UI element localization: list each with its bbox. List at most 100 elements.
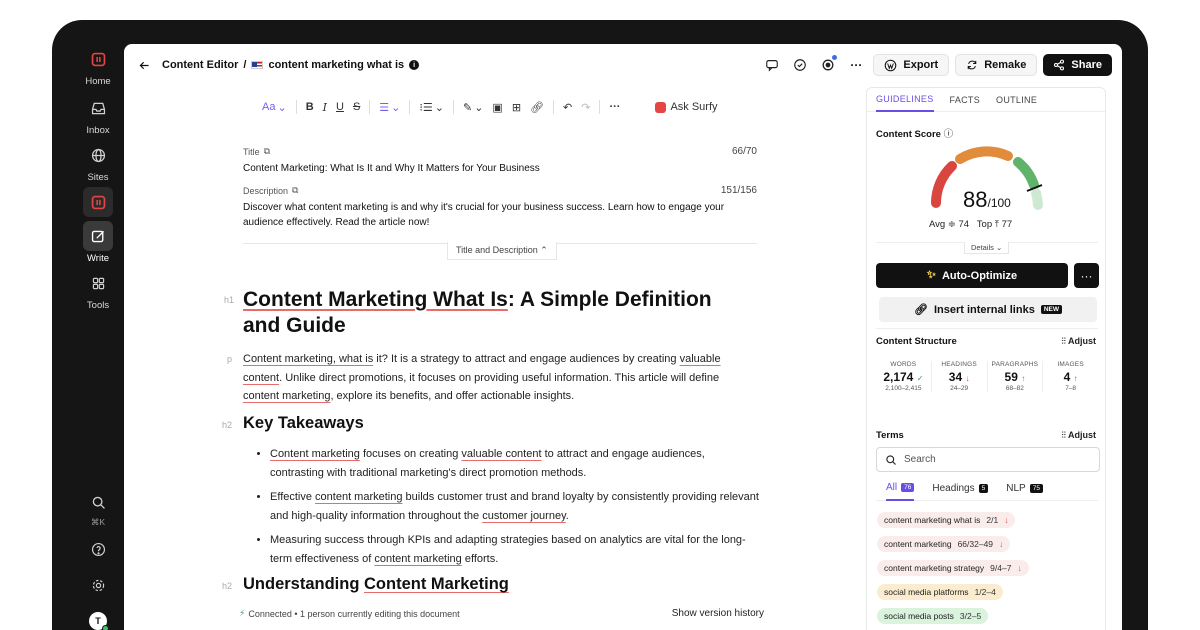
- list-item[interactable]: Effective content marketing builds custo…: [270, 488, 760, 525]
- toolbar-divider: [599, 100, 601, 114]
- tab-facts[interactable]: FACTS: [950, 95, 981, 105]
- adjust-label: Adjust: [1068, 430, 1096, 440]
- highlight-dropdown[interactable]: ✎ ⌄: [463, 101, 483, 114]
- image-icon[interactable]: ▣: [492, 101, 502, 114]
- list-text: Measuring success through KPIs and adapt…: [270, 534, 746, 565]
- score-value: 88/100: [963, 187, 1011, 213]
- redo-icon[interactable]: ↷: [581, 101, 590, 114]
- top-bar: Content Editor / content marketing what …: [124, 44, 1122, 86]
- description-text[interactable]: Discover what content marketing is and w…: [243, 200, 757, 230]
- main-panel: Content Editor / content marketing what …: [124, 44, 1122, 630]
- rail-item-write[interactable]: Write: [70, 221, 126, 264]
- term-highlight: Content Marketing: [364, 575, 509, 593]
- term-chip[interactable]: social media platforms 1/2–4: [877, 584, 1003, 600]
- score-number: 88: [963, 187, 988, 212]
- undo-icon[interactable]: ↶: [563, 101, 572, 114]
- sliders-icon: ⫶⫶: [1061, 430, 1066, 440]
- export-button[interactable]: Export: [873, 54, 950, 76]
- copy-icon[interactable]: ⧉: [292, 185, 298, 196]
- list-text: .: [565, 509, 569, 522]
- chevron-down-icon: ⌄: [277, 101, 287, 114]
- info-icon[interactable]: ⓘ: [944, 129, 954, 140]
- italic-icon[interactable]: I: [323, 101, 327, 114]
- rail-item-brand[interactable]: [70, 187, 126, 217]
- terms-adjust-button[interactable]: ⫶⫶ Adjust: [1061, 430, 1096, 441]
- meta-title[interactable]: Title ⧉ 66/70 Content Marketing: What Is…: [243, 146, 757, 176]
- copy-icon[interactable]: ⧉: [264, 146, 270, 157]
- font-style-dropdown[interactable]: Aa ⌄: [262, 101, 287, 114]
- details-toggle[interactable]: Details ⌄: [964, 242, 1010, 254]
- gauge-arc-green: [1013, 157, 1039, 190]
- heading-understanding[interactable]: Understanding Content Marketing: [243, 575, 509, 594]
- auto-more-button[interactable]: ···: [1074, 263, 1099, 288]
- link-icon[interactable]: 🔗︎: [530, 101, 544, 114]
- search-icon[interactable]: [83, 487, 113, 517]
- list-item[interactable]: Measuring success through KPIs and adapt…: [270, 531, 760, 568]
- check-circle-icon[interactable]: [789, 54, 811, 76]
- remake-button[interactable]: Remake: [955, 54, 1038, 76]
- term-chip[interactable]: content marketing strategy 9/4–7 ↓: [877, 560, 1029, 576]
- term-chip[interactable]: social media posts 3/2–5: [877, 608, 989, 624]
- insert-links-button[interactable]: 🔗︎ Insert internal links NEW: [879, 297, 1097, 322]
- terms-search-input[interactable]: Search: [876, 447, 1100, 472]
- tab-guidelines[interactable]: GUIDELINES: [876, 88, 934, 112]
- stat-words: WORDS 2,174 ✓ 2,100–2,415: [876, 361, 932, 392]
- strikethrough-icon[interactable]: S: [353, 101, 360, 113]
- heading-key-takeaways[interactable]: Key Takeaways: [243, 414, 364, 433]
- tab-count: 5: [978, 484, 989, 493]
- structure-adjust-button[interactable]: ⫶⫶ Adjust: [1061, 336, 1096, 347]
- breadcrumb-root[interactable]: Content Editor: [162, 59, 238, 71]
- rail-item-tools[interactable]: Tools: [70, 268, 126, 311]
- search-placeholder: Search: [904, 454, 936, 465]
- bold-icon[interactable]: B: [306, 101, 314, 113]
- list-dropdown[interactable]: ⁝☰ ⌄: [419, 101, 444, 114]
- table-icon[interactable]: ⊞: [512, 101, 521, 114]
- info-icon[interactable]: i: [409, 60, 420, 70]
- share-button[interactable]: Share: [1043, 54, 1112, 76]
- rail-item-sites[interactable]: Sites: [70, 140, 126, 183]
- term-tab-all[interactable]: All 76: [886, 477, 915, 501]
- tab-label: All: [886, 482, 898, 493]
- font-label: Aa: [262, 101, 276, 113]
- article-heading-h1[interactable]: Content Marketing What Is: A Simple Defi…: [243, 287, 763, 339]
- avatar[interactable]: T: [89, 612, 109, 630]
- meta-description[interactable]: Description ⧉ 151/156 Discover what cont…: [243, 185, 757, 230]
- intro-paragraph[interactable]: Content marketing, what is it? It is a s…: [243, 350, 743, 406]
- list-item[interactable]: Content marketing focuses on creating va…: [270, 445, 760, 482]
- comment-icon[interactable]: [761, 54, 783, 76]
- term-chip[interactable]: content marketing 66/32–49 ↓: [877, 536, 1011, 552]
- rail-item-inbox[interactable]: Inbox: [70, 93, 126, 136]
- back-button[interactable]: [134, 55, 154, 75]
- help-icon[interactable]: [83, 534, 113, 564]
- version-history-button[interactable]: Show version history: [672, 608, 764, 619]
- wordpress-icon: [885, 59, 897, 71]
- toolbar-divider: [369, 100, 371, 114]
- more-format-icon[interactable]: ···: [609, 101, 620, 113]
- integrations-icon[interactable]: [817, 54, 839, 76]
- term-highlight: customer journey: [482, 509, 566, 522]
- stat-label: IMAGES: [1057, 361, 1084, 368]
- term-tab-headings[interactable]: Headings 5: [932, 477, 989, 501]
- h1-line2: and Guide: [243, 314, 346, 337]
- more-options-icon[interactable]: ···: [845, 54, 867, 76]
- term-chip[interactable]: content marketing what is 2/1 ↓: [877, 512, 1016, 528]
- title-text[interactable]: Content Marketing: What Is It and Why It…: [243, 161, 757, 176]
- ask-surfy-button[interactable]: Ask Surfy: [655, 101, 718, 113]
- title-description-toggle[interactable]: Title and Description ⌃: [447, 242, 557, 260]
- chevron-down-icon: ⌄: [391, 101, 401, 114]
- guidelines-panel: GUIDELINES FACTS OUTLINE Content Score ⓘ…: [866, 87, 1106, 630]
- tab-outline[interactable]: OUTLINE: [996, 95, 1037, 105]
- auto-optimize-button[interactable]: ✨︎ Auto-Optimize: [876, 263, 1068, 288]
- term-tab-nlp[interactable]: NLP 75: [1006, 477, 1043, 501]
- align-dropdown[interactable]: ☰ ⌄: [379, 101, 400, 114]
- status-bar: ⚡︎ Connected • 1 person currently editin…: [239, 608, 764, 619]
- settings-icon[interactable]: [83, 570, 113, 600]
- term-count: 2/1: [986, 515, 999, 525]
- stat-value: 2,174 ✓: [876, 370, 931, 384]
- toolbar-divider: [452, 100, 454, 114]
- rail-logo[interactable]: Home: [70, 44, 126, 87]
- underline-icon[interactable]: U: [336, 101, 344, 113]
- write-icon: [83, 221, 113, 251]
- stat-number: 2,174: [883, 370, 914, 384]
- toggle-label: Title and Description: [456, 245, 538, 255]
